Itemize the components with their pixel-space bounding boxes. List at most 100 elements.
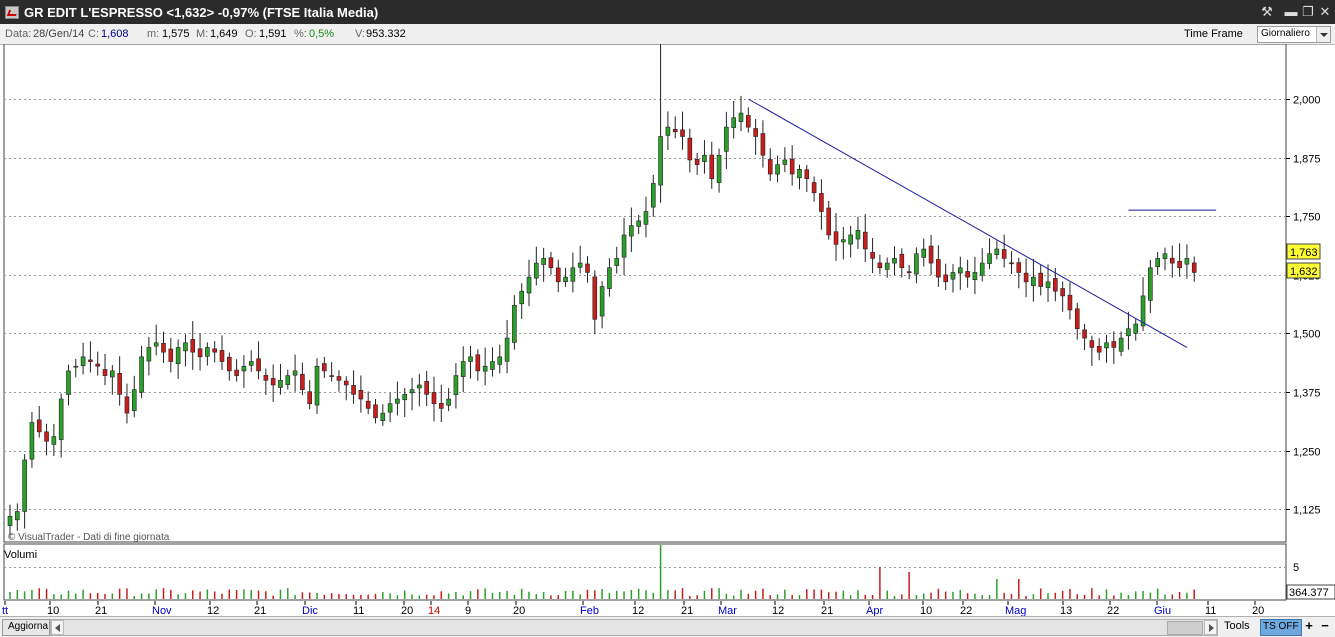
- candle-down: [1096, 346, 1102, 353]
- candle-up: [629, 225, 634, 237]
- volume-panel-label: Volumi: [4, 549, 37, 561]
- volume-panel: 5 364.377: [3, 543, 1335, 601]
- candle-down: [1001, 249, 1007, 259]
- price-tag-label: 1,763: [1290, 247, 1318, 259]
- candle-down: [548, 257, 554, 269]
- candle-up: [153, 342, 159, 347]
- candle-down: [746, 115, 751, 128]
- candle-up: [66, 370, 71, 395]
- time-tick-label: 12: [772, 605, 784, 616]
- candle-down: [36, 419, 42, 433]
- candle-up: [22, 459, 27, 512]
- price-axis: 2,0001,8751,7501,6251,5001,3751,2501,125…: [1286, 95, 1321, 517]
- time-tick-label: Apr: [866, 605, 883, 616]
- scroll-thumb[interactable]: [1167, 621, 1203, 635]
- candle-up: [1104, 342, 1109, 349]
- time-tick-label: 20: [401, 605, 413, 616]
- candle-down: [585, 263, 590, 273]
- title-bar: GR EDIT L'ESPRESSO <1,632> -0,97% (FTSE …: [0, 0, 1335, 24]
- candle-up: [110, 370, 115, 378]
- zoom-in-button[interactable]: +: [1302, 619, 1316, 634]
- candle-up: [848, 234, 853, 245]
- candle-up: [577, 262, 583, 268]
- data-label: Data:: [5, 28, 32, 40]
- minimize-button[interactable]: ▬: [1284, 4, 1298, 20]
- candle-down: [1089, 340, 1095, 348]
- candle-up: [460, 361, 466, 377]
- candle-up: [58, 398, 64, 440]
- candle-down: [117, 373, 122, 395]
- tools-button[interactable]: Tools: [1218, 619, 1258, 634]
- scroll-right-icon[interactable]: [1204, 620, 1217, 635]
- candle-up: [387, 403, 393, 413]
- open-value: 1,591: [259, 28, 287, 40]
- candle-down: [1111, 341, 1117, 348]
- candle-up: [241, 365, 247, 372]
- candle-down: [161, 343, 166, 353]
- candle-up: [7, 515, 13, 526]
- candle-up: [526, 276, 532, 294]
- candle-up: [285, 375, 291, 385]
- tool-icon[interactable]: ⚒: [1260, 4, 1274, 20]
- candle-down: [256, 358, 261, 372]
- price-tick-label: 1,125: [1293, 505, 1321, 517]
- candle-up: [643, 211, 649, 225]
- aggiorna-label: Aggiorna: [8, 621, 49, 632]
- candle-up: [541, 258, 546, 265]
- candle-down: [709, 154, 715, 179]
- scroll-left-icon[interactable]: [51, 620, 64, 635]
- candle-up: [950, 272, 956, 280]
- candle-up: [665, 126, 671, 136]
- candle-down: [555, 267, 561, 283]
- ts-off-button[interactable]: TS OFF: [1260, 619, 1302, 636]
- price-tick-label: 1,500: [1293, 329, 1321, 341]
- time-tick-label: Nov: [152, 605, 172, 616]
- candle-down: [1169, 257, 1175, 264]
- candle-up: [563, 276, 568, 283]
- price-chart[interactable]: 2,0001,8751,7501,6251,5001,3751,2501,125…: [0, 44, 1335, 616]
- candle-up: [731, 117, 736, 128]
- candle-up: [314, 365, 320, 406]
- candle-up: [1162, 253, 1168, 259]
- zoom-out-button[interactable]: −: [1318, 619, 1332, 634]
- candle-up: [15, 511, 20, 521]
- close-button[interactable]: ✕: [1318, 4, 1332, 20]
- candle-up: [468, 356, 473, 362]
- candle-down: [819, 193, 824, 212]
- candle-up: [1133, 323, 1139, 334]
- timeframe-select[interactable]: Giornaliero: [1257, 26, 1331, 43]
- candle-down: [431, 392, 437, 405]
- candle-down: [1016, 262, 1022, 273]
- price-tag-label: 1,632: [1290, 266, 1318, 278]
- candle-down: [1023, 272, 1029, 283]
- horizontal-scrollbar[interactable]: [50, 619, 1218, 636]
- candle-down: [343, 380, 349, 386]
- candle-down: [672, 128, 678, 133]
- candle-up: [504, 337, 510, 362]
- time-tick-label: 21: [681, 605, 693, 616]
- candle-up: [1045, 281, 1051, 288]
- time-tick-label: 21: [254, 605, 266, 616]
- price-tick-label: 2,000: [1293, 95, 1321, 107]
- volume-plot-frame: [3, 543, 1287, 601]
- candle-up: [175, 347, 181, 365]
- candle-up: [914, 253, 919, 275]
- data-value: 28/Gen/14: [33, 28, 85, 40]
- candle-up: [490, 361, 495, 370]
- candle-up: [131, 389, 137, 411]
- candle-down: [760, 133, 766, 156]
- time-tick-label: 22: [960, 605, 972, 616]
- time-tick-label: 12: [207, 605, 219, 616]
- candle-down: [358, 390, 364, 400]
- aggiorna-button[interactable]: Aggiorna: [2, 619, 50, 636]
- restore-button[interactable]: ❐: [1301, 4, 1315, 20]
- candle-up: [884, 262, 890, 270]
- candle-up: [636, 220, 641, 227]
- candle-down: [906, 271, 912, 273]
- timeframe-label: Time Frame: [1184, 28, 1243, 40]
- candle-down: [197, 348, 203, 358]
- dropdown-arrow-icon[interactable]: [1316, 27, 1330, 42]
- candle-up: [146, 347, 152, 362]
- time-tick-label: 20: [1252, 605, 1264, 616]
- time-axis: tt 10 21 Nov 12 21 Dic 11 20 14 9 20 Feb 12 21 Mar 12 21 A…: [0, 601, 1335, 616]
